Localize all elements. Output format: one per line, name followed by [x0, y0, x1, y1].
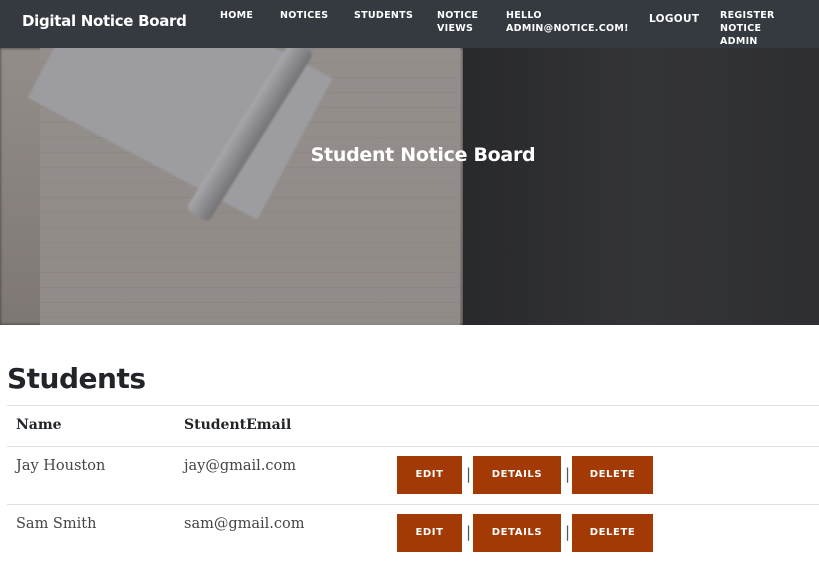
nav-students-link[interactable]: STUDENTS: [354, 9, 413, 22]
student-email: jay@gmail.com: [184, 458, 296, 474]
table-header-rule: [7, 446, 819, 447]
hero-title: Student Notice Board: [310, 144, 536, 166]
column-header-name: Name: [16, 417, 62, 433]
nav-register-admin-link[interactable]: REGISTER NOTICE ADMIN: [720, 9, 816, 48]
top-navbar: Digital Notice Board HOME NOTICES STUDEN…: [0, 0, 819, 48]
hero-overlay: [0, 48, 819, 325]
brand-link[interactable]: Digital Notice Board: [22, 12, 187, 30]
nav-logout-link[interactable]: LOGOUT: [649, 13, 699, 26]
hero-banner: Student Notice Board: [0, 48, 819, 325]
edit-button[interactable]: EDIT: [397, 514, 462, 552]
student-name: Jay Houston: [16, 458, 106, 474]
action-separator: |: [565, 465, 571, 483]
table-top-rule: [7, 405, 819, 406]
page-title: Students: [7, 362, 146, 395]
action-separator: |: [466, 465, 472, 483]
edit-button[interactable]: EDIT: [397, 456, 462, 494]
delete-button[interactable]: DELETE: [572, 514, 653, 552]
action-separator: |: [565, 523, 571, 541]
delete-button[interactable]: DELETE: [572, 456, 653, 494]
nav-home-link[interactable]: HOME: [220, 9, 253, 22]
student-name: Sam Smith: [16, 516, 97, 532]
nav-notice-views-link[interactable]: NOTICE VIEWS: [437, 9, 497, 35]
nav-notices-link[interactable]: NOTICES: [280, 9, 328, 22]
table-row-rule: [7, 504, 819, 505]
action-separator: |: [466, 523, 472, 541]
column-header-email: StudentEmail: [184, 417, 292, 433]
details-button[interactable]: DETAILS: [473, 514, 561, 552]
student-email: sam@gmail.com: [184, 516, 305, 532]
nav-user-greeting-link[interactable]: HELLO ADMIN@NOTICE.COM!: [506, 9, 632, 35]
details-button[interactable]: DETAILS: [473, 456, 561, 494]
